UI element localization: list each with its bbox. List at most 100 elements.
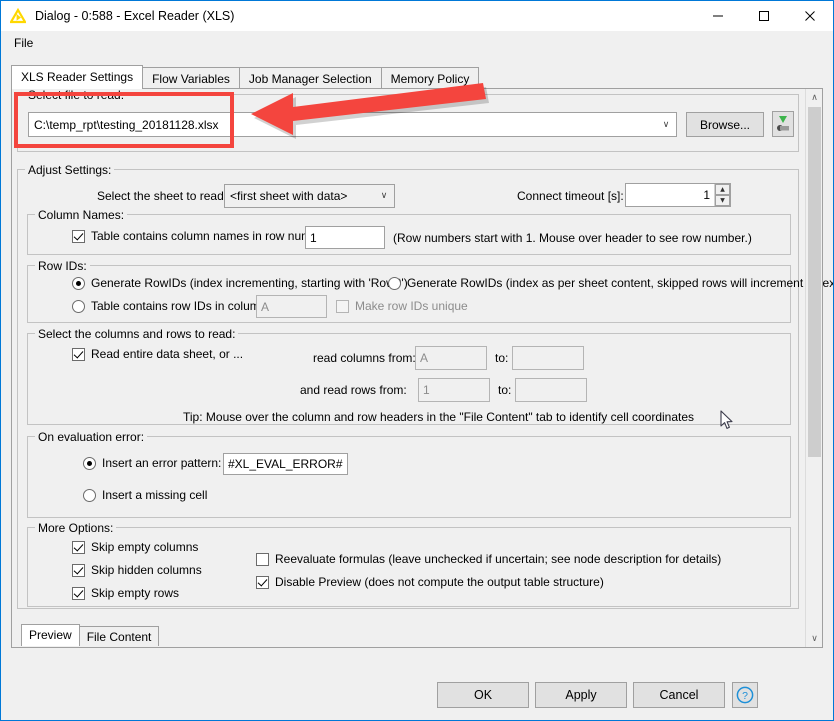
skip-empty-rows-checkbox[interactable] <box>72 587 85 600</box>
row-ids-unique-checkbox[interactable] <box>336 300 349 313</box>
sheet-select-label: Select the sheet to read: <box>97 189 227 203</box>
stepper-down-icon[interactable]: ▼ <box>715 195 730 206</box>
insert-missing-cell-label: Insert a missing cell <box>102 488 207 502</box>
scroll-down-icon[interactable]: ∨ <box>806 630 823 647</box>
skip-hidden-columns-checkbox[interactable] <box>72 564 85 577</box>
read-columns-to-input[interactable] <box>512 346 584 370</box>
menu-item-file[interactable]: File <box>7 34 40 52</box>
connect-timeout-value: 1 <box>626 184 714 206</box>
tab-flow-variables[interactable]: Flow Variables <box>142 67 240 89</box>
skip-empty-rows-label: Skip empty rows <box>91 586 179 600</box>
skip-empty-columns-row[interactable]: Skip empty columns <box>72 540 198 554</box>
title-bar: Dialog - 0:588 - Excel Reader (XLS) <box>1 1 833 31</box>
skip-hidden-columns-row[interactable]: Skip hidden columns <box>72 563 202 577</box>
row-ids-column-value: A <box>261 301 269 313</box>
disable-preview-label: Disable Preview (does not compute the ou… <box>275 575 604 589</box>
settings-panel: Select file to read: C:\temp_rpt\testing… <box>11 88 823 648</box>
row-ids-unique-row[interactable]: Make row IDs unique <box>336 299 468 313</box>
help-button[interactable]: ? <box>732 682 758 708</box>
select-file-path-value: C:\temp_rpt\testing_20181128.xlsx <box>34 118 656 132</box>
browse-button[interactable]: Browse... <box>686 112 764 137</box>
stepper-up-icon[interactable]: ▲ <box>715 184 730 195</box>
row-ids-option-sheet-content[interactable]: Generate RowIDs (index as per sheet cont… <box>388 276 834 290</box>
scrollbar-thumb[interactable] <box>808 107 821 457</box>
adjust-settings-legend: Adjust Settings: <box>25 163 114 177</box>
reevaluate-formulas-checkbox[interactable] <box>256 553 269 566</box>
bottom-tab-preview[interactable]: Preview <box>21 624 80 646</box>
chevron-down-icon[interactable]: ∨ <box>374 191 394 201</box>
column-names-legend: Column Names: <box>35 208 127 222</box>
evaluation-error-legend: On evaluation error: <box>35 430 147 444</box>
read-columns-from-input[interactable]: A <box>415 346 487 370</box>
vertical-scrollbar[interactable]: ∧ ∨ <box>805 89 822 647</box>
read-entire-sheet-checkbox[interactable] <box>72 348 85 361</box>
disable-preview-row[interactable]: Disable Preview (does not compute the ou… <box>256 575 604 589</box>
adjust-settings-group: Adjust Settings: Select the sheet to rea… <box>17 169 799 609</box>
evaluation-error-group: On evaluation error: Insert an error pat… <box>27 436 791 518</box>
skip-hidden-columns-label: Skip hidden columns <box>91 563 202 577</box>
ok-button[interactable]: OK <box>437 682 529 708</box>
connect-timeout-spinner[interactable]: 1 ▲ ▼ <box>625 183 731 207</box>
window-title: Dialog - 0:588 - Excel Reader (XLS) <box>35 9 234 23</box>
row-ids-incrementing-radio[interactable] <box>72 277 85 290</box>
select-columns-rows-legend: Select the columns and rows to read: <box>35 327 238 341</box>
read-entire-sheet-row[interactable]: Read entire data sheet, or ... <box>72 347 243 361</box>
read-rows-from-value: 1 <box>423 384 430 396</box>
row-ids-table-column-label: Table contains row IDs in column: <box>91 299 270 313</box>
read-columns-from-value: A <box>420 352 428 364</box>
minimize-button[interactable] <box>695 1 741 31</box>
insert-error-pattern-row[interactable]: Insert an error pattern: <box>83 456 221 470</box>
row-ids-option-table-column[interactable]: Table contains row IDs in column: <box>72 299 270 313</box>
read-rows-from-input[interactable]: 1 <box>418 378 490 402</box>
maximize-button[interactable] <box>741 1 787 31</box>
column-names-group: Column Names: Table contains column name… <box>27 214 791 255</box>
insert-error-pattern-radio[interactable] <box>83 457 96 470</box>
row-ids-group: Row IDs: Generate RowIDs (index incremen… <box>27 265 791 323</box>
apply-button[interactable]: Apply <box>535 682 627 708</box>
row-ids-option-incrementing[interactable]: Generate RowIDs (index incrementing, sta… <box>72 276 408 290</box>
insert-missing-cell-row[interactable]: Insert a missing cell <box>83 488 207 502</box>
sheet-select-value: <first sheet with data> <box>230 189 374 203</box>
svg-text:?: ? <box>742 690 748 702</box>
more-options-legend: More Options: <box>35 521 116 535</box>
select-file-path-field[interactable]: C:\temp_rpt\testing_20181128.xlsx ∨ <box>28 112 677 137</box>
chevron-down-icon[interactable]: ∨ <box>656 120 676 130</box>
row-ids-table-column-radio[interactable] <box>72 300 85 313</box>
sheet-select-dropdown[interactable]: <first sheet with data> ∨ <box>224 184 395 208</box>
row-ids-sheet-content-radio[interactable] <box>388 277 401 290</box>
read-columns-to-label: to: <box>495 351 508 365</box>
bottom-tab-file-content[interactable]: File Content <box>79 626 160 646</box>
more-options-group: More Options: Skip empty columns Skip hi… <box>27 527 791 607</box>
settings-scroll-content: Select file to read: C:\temp_rpt\testing… <box>12 89 806 647</box>
flow-variable-button[interactable] <box>772 111 794 137</box>
skip-empty-rows-row[interactable]: Skip empty rows <box>72 586 179 600</box>
read-columns-from-label: read columns from: <box>313 351 416 365</box>
error-pattern-input[interactable]: #XL_EVAL_ERROR# <box>223 453 348 475</box>
row-ids-sheet-content-label: Generate RowIDs (index as per sheet cont… <box>407 276 834 290</box>
skip-empty-columns-label: Skip empty columns <box>91 540 198 554</box>
select-columns-rows-group: Select the columns and rows to read: Rea… <box>27 333 791 425</box>
column-names-checkbox-row[interactable]: Table contains column names in row numbe… <box>72 229 332 243</box>
read-rows-to-input[interactable] <box>515 378 587 402</box>
cancel-button[interactable]: Cancel <box>633 682 725 708</box>
tab-job-manager-selection[interactable]: Job Manager Selection <box>239 67 382 89</box>
menu-bar: File <box>1 31 833 54</box>
column-names-checkbox[interactable] <box>72 230 85 243</box>
flow-variable-icon <box>774 113 792 135</box>
disable-preview-checkbox[interactable] <box>256 576 269 589</box>
row-ids-column-input[interactable]: A <box>256 295 327 318</box>
close-button[interactable] <box>787 1 833 31</box>
insert-missing-cell-radio[interactable] <box>83 489 96 502</box>
reevaluate-formulas-row[interactable]: Reevaluate formulas (leave unchecked if … <box>256 552 721 566</box>
select-file-legend: Select file to read: <box>25 88 127 102</box>
connect-timeout-label: Connect timeout [s]: <box>517 189 624 203</box>
column-names-hint: (Row numbers start with 1. Mouse over he… <box>393 231 752 245</box>
scroll-up-icon[interactable]: ∧ <box>806 89 823 106</box>
read-rows-from-label: and read rows from: <box>300 383 407 397</box>
column-names-checkbox-label: Table contains column names in row numbe… <box>91 229 332 243</box>
tab-xls-reader-settings[interactable]: XLS Reader Settings <box>11 65 143 89</box>
column-names-row-input[interactable]: 1 <box>305 226 385 249</box>
preview-tab-strip: Preview File Content <box>13 624 158 646</box>
skip-empty-columns-checkbox[interactable] <box>72 541 85 554</box>
tab-memory-policy[interactable]: Memory Policy <box>381 67 480 89</box>
